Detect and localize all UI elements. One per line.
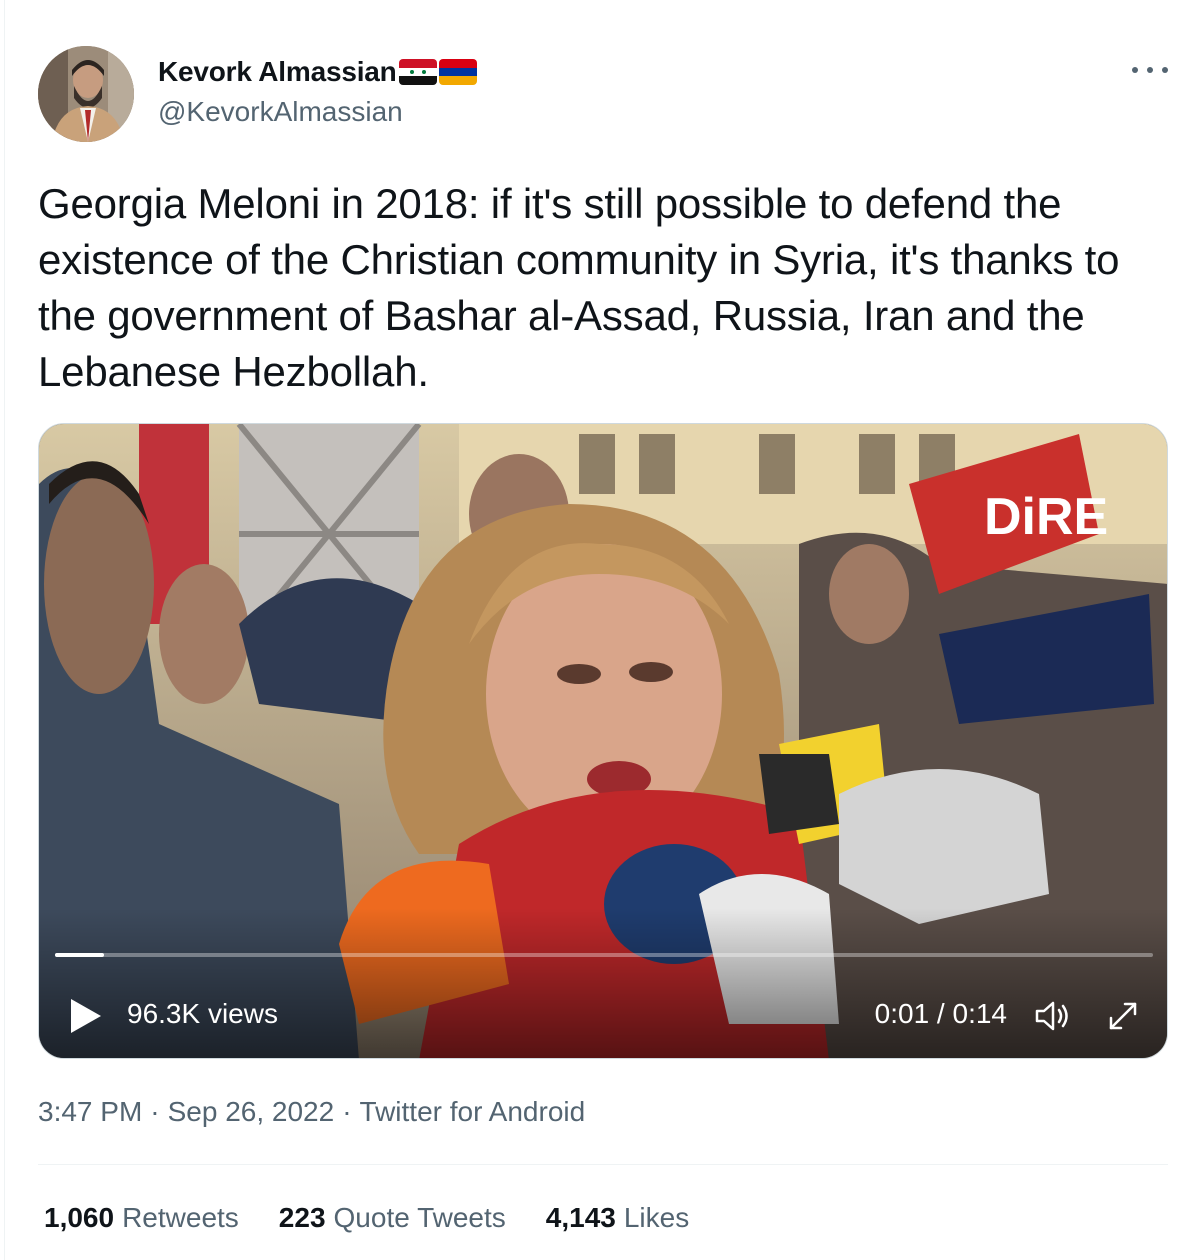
engagement-stats: 1,060 Retweets 223 Quote Tweets 4,143 Li…	[44, 1200, 729, 1236]
fullscreen-icon[interactable]	[1103, 996, 1143, 1036]
separator-dot: ·	[150, 1096, 160, 1127]
likes-stat[interactable]: 4,143 Likes	[546, 1202, 689, 1234]
video-progress-fill	[55, 953, 105, 957]
stat-count: 223	[278, 1202, 326, 1233]
quote-tweets-stat[interactable]: 223 Quote Tweets	[279, 1202, 506, 1234]
volume-icon[interactable]	[1033, 996, 1073, 1036]
syria-flag-icon	[398, 59, 437, 85]
more-options-icon[interactable]	[1132, 60, 1168, 80]
video-time: 0:01 / 0:14	[874, 998, 1007, 1029]
stat-label: Retweets	[122, 1202, 239, 1233]
user-handle[interactable]: @KevorkAlmassian	[158, 96, 477, 128]
left-border	[4, 0, 5, 1260]
video-player[interactable]: DiRE 96.3K views 0:01 / 0:14	[38, 423, 1168, 1059]
tweet-source[interactable]: Twitter for Android	[360, 1096, 586, 1128]
view-count: 96.3K views	[127, 998, 278, 1029]
tweet-date[interactable]: Sep 26, 2022	[168, 1096, 335, 1128]
stat-count: 1,060	[44, 1202, 115, 1233]
video-watermark: DiRE	[984, 488, 1108, 546]
avatar-image	[38, 46, 134, 142]
retweets-stat[interactable]: 1,060 Retweets	[44, 1202, 239, 1234]
stat-count: 4,143	[545, 1202, 616, 1233]
stat-label: Quote Tweets	[333, 1202, 506, 1233]
play-icon[interactable]	[69, 997, 103, 1035]
tweet-time[interactable]: 3:47 PM	[38, 1096, 142, 1128]
tweet-text: Georgia Meloni in 2018: if it's still po…	[38, 180, 1120, 395]
controls-overlay	[39, 908, 1167, 1058]
divider	[38, 1164, 1168, 1165]
video-progress-bar[interactable]	[55, 953, 1153, 957]
separator-dot: ·	[342, 1096, 352, 1127]
avatar[interactable]	[38, 46, 134, 142]
display-name[interactable]: Kevork Almassian	[158, 56, 397, 88]
armenia-flag-icon	[438, 59, 477, 85]
tweet-metadata: 3:47 PM · Sep 26, 2022 · Twitter for And…	[38, 1094, 585, 1130]
tweet-header: Kevork Almassian @KevorkAlmassian	[38, 44, 1168, 144]
stat-label: Likes	[623, 1202, 690, 1233]
